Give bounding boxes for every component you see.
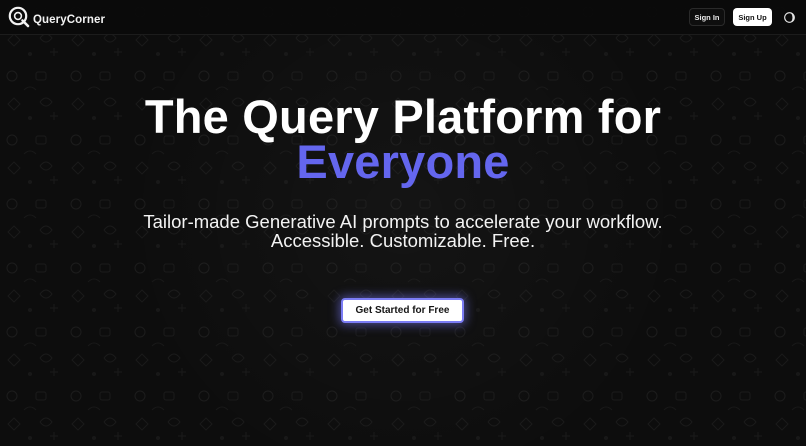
brand-name: QueryCorner <box>33 13 106 26</box>
subtitle-line1: Tailor-made Generative AI prompts to acc… <box>143 211 663 232</box>
headline-accent-word: Everyone <box>296 135 510 188</box>
cta-container: Get Started for Free <box>341 298 464 323</box>
hero-section: The Query Platform for Everyone Tailor-m… <box>0 92 806 250</box>
hero-headline: The Query Platform for Everyone <box>0 92 806 186</box>
hero-subtitle: Tailor-made Generative AI prompts to acc… <box>0 212 806 250</box>
top-nav: QueryCorner Sign In Sign Up <box>0 0 806 35</box>
theme-toggle-icon[interactable] <box>782 10 796 24</box>
brand-logo[interactable]: QueryCorner <box>8 6 105 33</box>
page: QueryCorner Sign In Sign Up The Query Pl… <box>0 0 806 446</box>
get-started-button[interactable]: Get Started for Free <box>341 298 464 323</box>
sign-up-button[interactable]: Sign Up <box>733 8 772 26</box>
sign-in-button[interactable]: Sign In <box>689 8 725 26</box>
q-logo-icon <box>8 6 30 33</box>
subtitle-line2: Accessible. Customizable. Free. <box>270 230 536 251</box>
